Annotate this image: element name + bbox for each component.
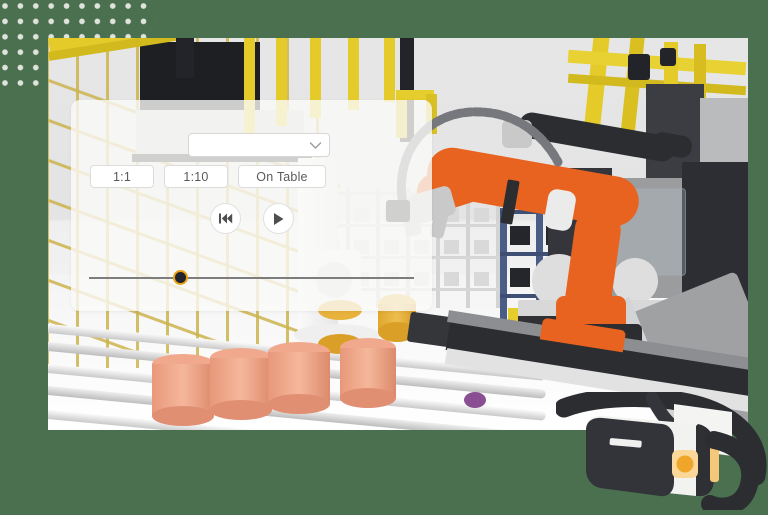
- play-button[interactable]: [263, 203, 294, 234]
- transport-controls: [210, 203, 294, 234]
- vr-headset-illustration: [554, 388, 768, 515]
- timeline-slider[interactable]: [89, 270, 414, 286]
- chevron-down-icon: [309, 141, 322, 149]
- part-cylinder: [340, 338, 396, 408]
- skip-back-icon: [219, 213, 233, 224]
- part-cylinder: [210, 348, 272, 420]
- part-cylinder: [152, 354, 214, 426]
- scene-select[interactable]: [188, 133, 330, 157]
- timeline-track: [89, 277, 414, 279]
- scale-1-1-button[interactable]: 1:1: [90, 165, 154, 188]
- play-icon: [274, 212, 284, 225]
- timeline-knob[interactable]: [172, 270, 188, 285]
- scale-button-group: 1:1 1:10 On Table: [90, 165, 414, 188]
- scale-1-10-button[interactable]: 1:10: [164, 165, 228, 188]
- playback-control-panel: 1:1 1:10 On Table: [71, 100, 432, 311]
- skip-to-start-button[interactable]: [210, 203, 241, 234]
- part-cylinder: [268, 342, 330, 414]
- on-table-button[interactable]: On Table: [238, 165, 326, 188]
